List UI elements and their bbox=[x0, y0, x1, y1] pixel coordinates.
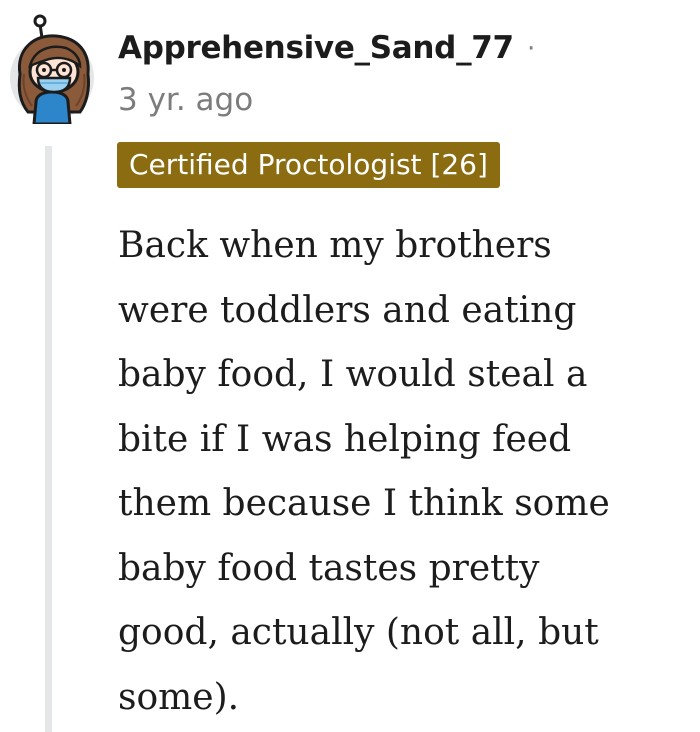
user-flair-badge: Certified Proctologist [26] bbox=[117, 142, 500, 188]
comment-body: Back when my brothers were toddlers and … bbox=[118, 214, 678, 730]
comment-text-line: bite if I was helping feed bbox=[118, 418, 572, 460]
meta-separator: · bbox=[527, 34, 536, 64]
username-link[interactable]: Apprehensive_Sand_77 bbox=[118, 30, 514, 66]
comment-text-line: them because I think some bbox=[118, 483, 610, 524]
comment-text-line: baby food tastes pretty bbox=[118, 547, 540, 589]
comment-text-line: good, actually (not all, but bbox=[118, 612, 599, 653]
comment-text-line: baby food, I would steal a bbox=[118, 354, 588, 395]
user-avatar-icon[interactable] bbox=[6, 12, 102, 126]
comment-text-line: were toddlers and eating bbox=[118, 289, 577, 331]
comment-timestamp[interactable]: 3 yr. ago bbox=[118, 82, 253, 118]
thread-line[interactable] bbox=[45, 146, 52, 732]
comment-text-line: Back when my brothers bbox=[118, 225, 552, 266]
comment-text-line: some). bbox=[118, 676, 240, 718]
